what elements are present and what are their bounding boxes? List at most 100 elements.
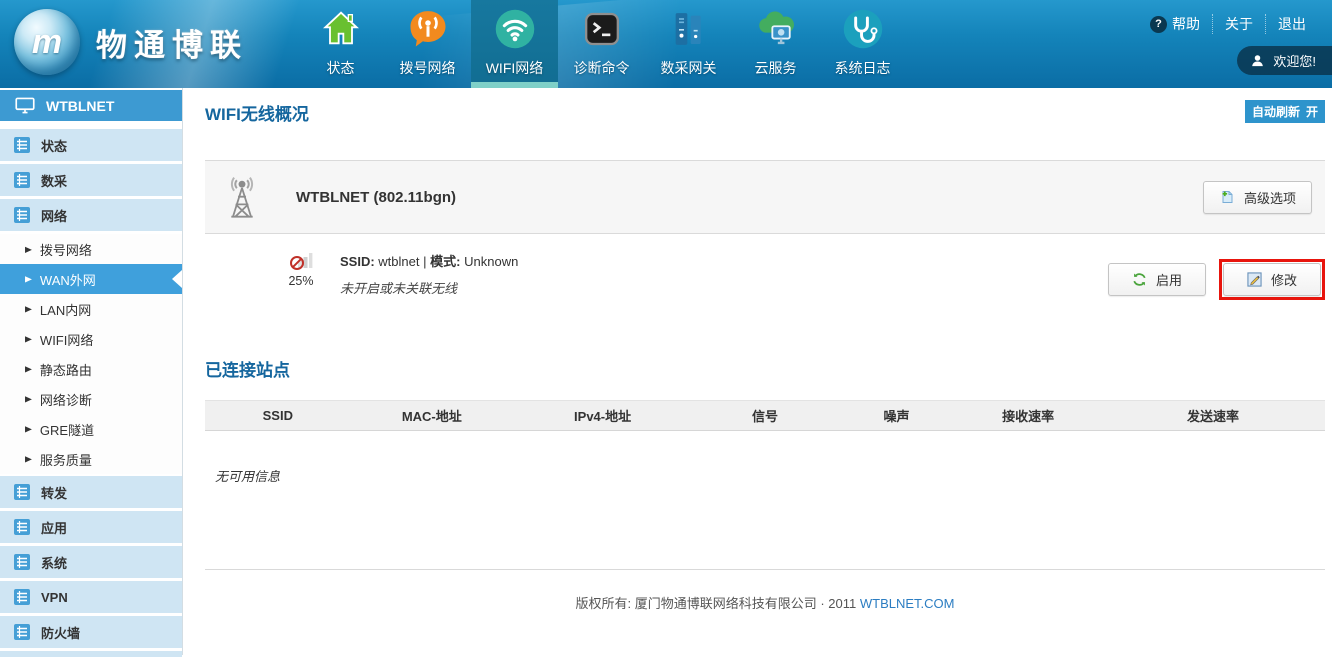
mode-value: Unknown [464,254,518,269]
help-link[interactable]: ? 帮助 [1138,14,1212,34]
help-label: 帮助 [1172,14,1200,34]
main-nav: 状态 拨号网络 WIFI网络 诊断命令 数采网关 [297,0,906,88]
home-icon [318,6,364,52]
modify-label: 修改 [1271,270,1297,289]
sidebar-item-label: 静态路由 [40,360,92,379]
sidebar-item-label: WIFI网络 [40,330,93,349]
stations-table-header: SSID MAC-地址 IPv4-地址 信号 噪声 接收速率 发送速率 [205,400,1325,431]
sidebar-item-label: 数采 [41,171,67,190]
nav-tab-label: 诊断命令 [574,58,630,78]
enable-button[interactable]: 启用 [1108,263,1206,296]
sidebar-item-label: 网络 [41,206,67,225]
signal-disabled-icon [289,249,313,271]
terminal-icon [579,6,625,52]
sidebar-item-label: 应用 [41,518,67,537]
sidebar-item-net-diagnosis[interactable]: ▶ 网络诊断 [0,384,182,414]
nav-tab-syslog[interactable]: 系统日志 [819,0,906,88]
sidebar-item-label: 网络诊断 [40,390,92,409]
nav-tab-wifi[interactable]: WIFI网络 [471,0,558,88]
page-footer: 版权所有: 厦门物通博联网络科技有限公司 · 2011 WTBLNET.COM [205,569,1325,612]
sidebar-item-apps[interactable]: 应用 [0,511,182,543]
sidebar-item-forwarding[interactable]: 转发 [0,476,182,508]
nav-tab-label: 云服务 [755,58,797,78]
enable-label: 启用 [1156,270,1182,289]
sidebar-item-firewall[interactable]: 防火墙 [0,616,182,648]
top-header: m 物通博联 状态 拨号网络 WIFI网络 诊断命令 [0,0,1332,88]
sidebar-item-label: 服务质量 [40,450,92,469]
list-icon [13,483,31,501]
column-header-signal: 信号 [692,406,838,425]
advanced-options-button[interactable]: 高级选项 [1203,181,1312,214]
sidebar-item-label: GRE隧道 [40,420,94,439]
sidebar-item-label: WAN外网 [40,270,96,289]
header-links: ? 帮助 关于 退出 [1138,14,1318,34]
sidebar-item-lan[interactable]: ▶ LAN内网 [0,294,182,324]
user-icon [1250,53,1265,68]
nav-tab-cloud[interactable]: 云服务 [732,0,819,88]
chevron-right-icon: ▶ [25,334,32,344]
sidebar-item-dialup-network[interactable]: ▶ 拨号网络 [0,234,182,264]
ssid-label: SSID: [340,254,375,269]
dialup-icon [405,6,451,52]
auto-refresh-label: 自动刷新 [1252,105,1300,119]
list-icon [13,588,31,606]
sidebar-item-partial[interactable] [0,651,182,657]
connected-stations-title: 已连接站点 [205,356,1325,381]
wifi-network-name: WTBLNET (802.11bgn) [296,189,456,206]
sidebar-item-network[interactable]: 网络 [0,199,182,231]
chevron-right-icon: ▶ [25,274,32,284]
annotation-highlight-box: 修改 [1219,259,1325,300]
advanced-options-label: 高级选项 [1244,188,1296,207]
list-icon [13,553,31,571]
welcome-label: 欢迎您! [1273,51,1316,70]
nav-tab-label: 数采网关 [661,58,717,78]
modify-button[interactable]: 修改 [1223,263,1321,296]
sidebar-item-wifi[interactable]: ▶ WIFI网络 [0,324,182,354]
ssid-value: wtblnet [378,254,419,269]
nav-tab-label: 状态 [327,58,355,78]
list-icon [13,206,31,224]
stethoscope-icon [840,6,886,52]
edit-icon [1247,272,1262,287]
about-link[interactable]: 关于 [1212,14,1265,34]
welcome-pill[interactable]: 欢迎您! [1237,46,1332,75]
nav-tab-label: 拨号网络 [400,58,456,78]
signal-strength: 25% [277,249,325,288]
footer-link[interactable]: WTBLNET.COM [860,596,955,611]
help-icon: ? [1150,16,1167,33]
sidebar: WTBLNET 状态 数采 网络 ▶ 拨号网络 ▶ WAN外网 ▶ LAN内网 … [0,88,183,655]
nav-tab-diagnostics[interactable]: 诊断命令 [558,0,645,88]
sidebar-item-status[interactable]: 状态 [0,129,182,161]
sidebar-item-vpn[interactable]: VPN [0,581,182,613]
advanced-options-icon [1219,189,1235,205]
column-header-rx-rate: 接收速率 [955,406,1101,425]
ssid-mode-line: SSID: wtblnet | 模式: Unknown [340,251,518,270]
logout-link[interactable]: 退出 [1265,14,1318,34]
gateway-icon [666,6,712,52]
main-content: WIFI无线概况 自动刷新开 WTBLNET (802.11bgn) 高级选项 [184,88,1332,655]
brand-name: 物通博联 [96,20,248,65]
nav-tab-gateway[interactable]: 数采网关 [645,0,732,88]
page-title: WIFI无线概况 [205,105,309,124]
sidebar-item-label: 系统 [41,553,67,572]
list-icon [13,136,31,154]
chevron-right-icon: ▶ [25,424,32,434]
wifi-icon [492,6,538,52]
nav-tab-status[interactable]: 状态 [297,0,384,88]
nav-tab-dialup[interactable]: 拨号网络 [384,0,471,88]
sidebar-item-qos[interactable]: ▶ 服务质量 [0,444,182,474]
sidebar-item-gre-tunnel[interactable]: ▶ GRE隧道 [0,414,182,444]
logout-label: 退出 [1278,14,1306,34]
sidebar-item-wan[interactable]: ▶ WAN外网 [0,264,182,294]
nav-tab-label: WIFI网络 [486,58,544,78]
sidebar-item-static-route[interactable]: ▶ 静态路由 [0,354,182,384]
column-header-ssid: SSID [205,408,351,423]
sidebar-device[interactable]: WTBLNET [0,90,182,121]
column-header-noise: 噪声 [838,406,956,425]
wifi-ssid-row: 25% SSID: wtblnet | 模式: Unknown 未开启或未关联无… [205,234,1325,324]
sidebar-item-system[interactable]: 系统 [0,546,182,578]
column-header-ipv4: IPv4-地址 [513,406,692,425]
brand-logo: m 物通博联 [14,9,248,75]
auto-refresh-toggle[interactable]: 自动刷新开 [1245,100,1325,123]
sidebar-item-daq[interactable]: 数采 [0,164,182,196]
